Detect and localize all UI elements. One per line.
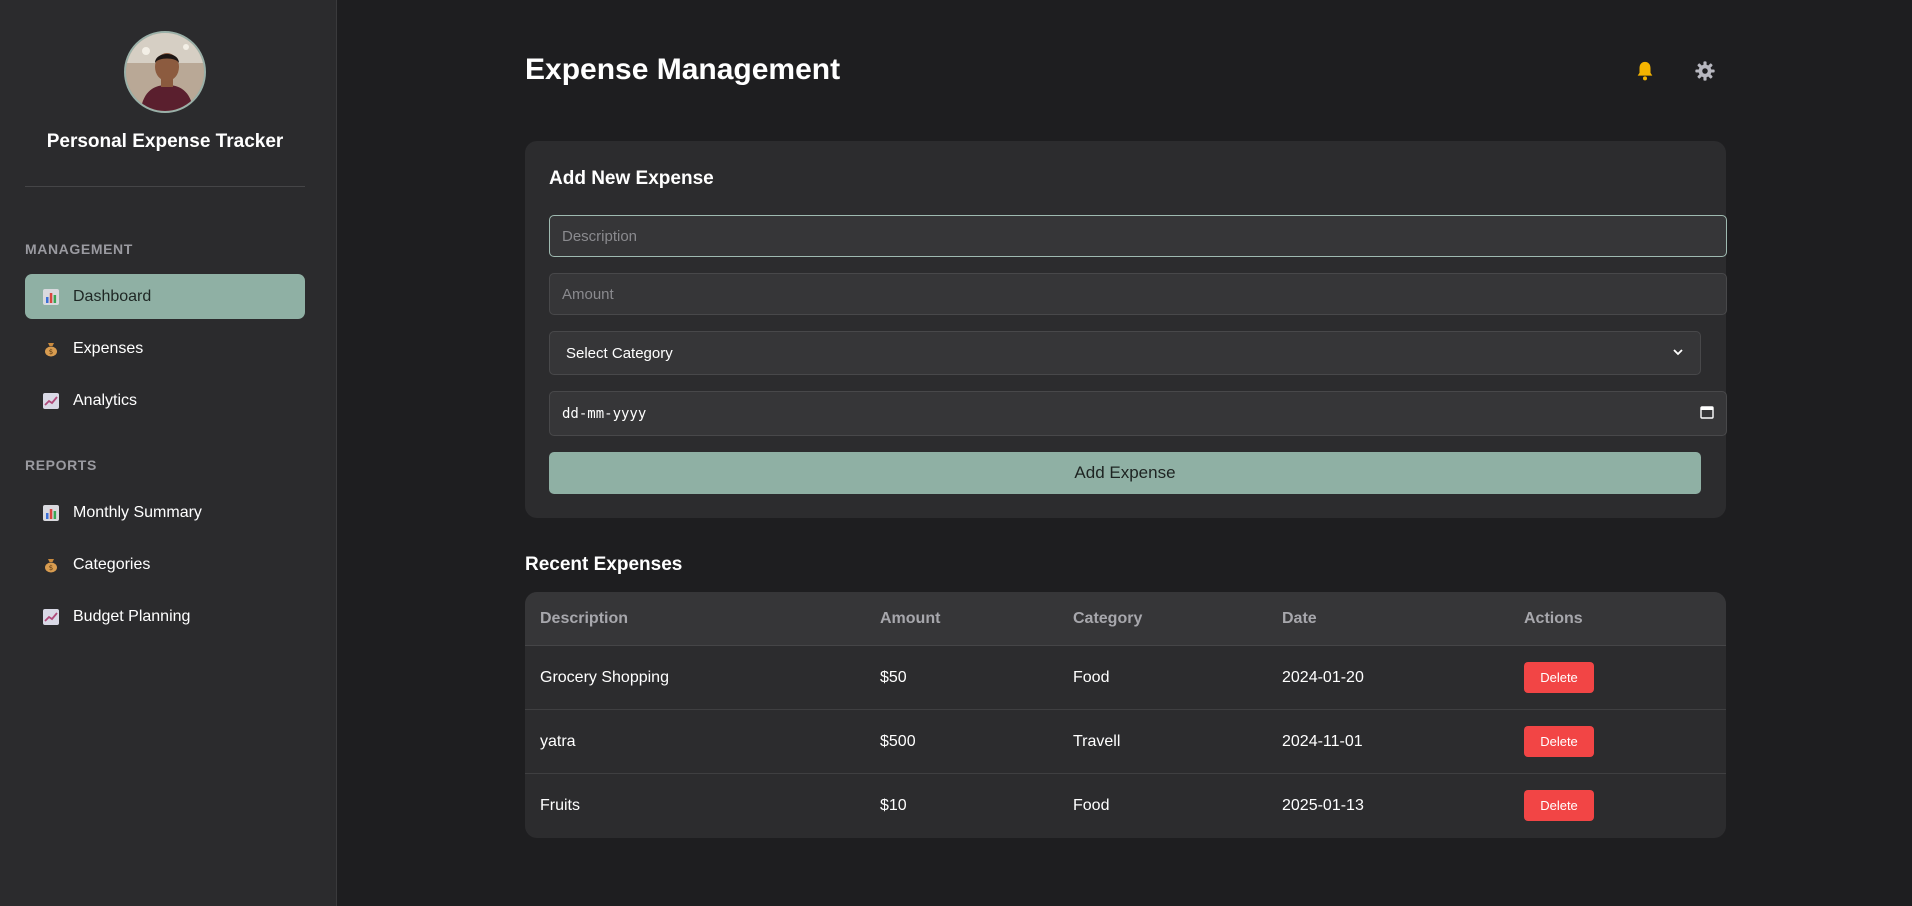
description-input[interactable] — [549, 215, 1727, 257]
sidebar-item-categories[interactable]: $ Categories — [25, 542, 305, 587]
date-input[interactable]: dd-mm-yyyy — [549, 391, 1727, 436]
recent-expenses-title: Recent Expenses — [525, 554, 683, 575]
table-row: yatra $500 Travell 2024-11-01 Delete — [525, 710, 1726, 774]
sidebar-item-label: Categories — [73, 555, 151, 573]
column-header-description: Description — [540, 610, 629, 627]
add-expense-button[interactable]: Add Expense — [549, 452, 1701, 494]
category-select[interactable]: Select Category — [549, 331, 1701, 375]
column-header-amount: Amount — [880, 610, 941, 627]
profile-photo — [126, 33, 204, 111]
cell-description: Grocery Shopping — [540, 669, 669, 686]
sidebar-item-dashboard[interactable]: Dashboard — [25, 274, 305, 319]
date-placeholder: dd-mm-yyyy — [562, 405, 647, 422]
cell-amount: $500 — [880, 733, 916, 750]
money-bag-icon: $ — [43, 557, 59, 573]
column-header-actions: Actions — [1524, 610, 1583, 627]
add-expense-title: Add New Expense — [549, 168, 714, 189]
sidebar-item-budget-planning[interactable]: Budget Planning — [25, 594, 305, 639]
cell-amount: $50 — [880, 669, 907, 686]
svg-text:$: $ — [49, 564, 53, 572]
delete-button[interactable]: Delete — [1524, 790, 1594, 821]
sidebar-item-analytics[interactable]: Analytics — [25, 378, 305, 423]
sidebar-item-label: Expenses — [73, 339, 144, 357]
cell-category: Travell — [1073, 733, 1121, 750]
app-title: Personal Expense Tracker — [46, 131, 284, 152]
section-label-reports: REPORTS — [25, 457, 97, 473]
svg-text:$: $ — [49, 348, 53, 356]
expenses-table: Description Amount Category Date Actions… — [525, 592, 1726, 838]
table-row: Fruits $10 Food 2025-01-13 Delete — [525, 774, 1726, 838]
cell-description: Fruits — [540, 797, 580, 814]
table-row: Grocery Shopping $50 Food 2024-01-20 Del… — [525, 646, 1726, 710]
cell-date: 2024-11-01 — [1282, 733, 1363, 750]
sidebar-item-label: Budget Planning — [73, 607, 191, 625]
sidebar-divider — [25, 186, 305, 187]
money-bag-icon: $ — [43, 341, 59, 357]
gear-icon[interactable] — [1692, 58, 1718, 84]
column-header-category: Category — [1073, 610, 1143, 627]
section-label-management: MANAGEMENT — [25, 241, 133, 257]
table-header: Description Amount Category Date Actions — [525, 592, 1726, 646]
delete-button[interactable]: Delete — [1524, 726, 1594, 757]
chevron-down-icon — [1672, 345, 1684, 362]
trend-chart-icon — [43, 392, 59, 409]
cell-category: Food — [1073, 669, 1110, 686]
add-expense-card: Add New Expense Select Category dd-mm-yy… — [525, 141, 1727, 518]
trend-chart-icon — [43, 608, 59, 625]
avatar[interactable] — [124, 31, 206, 113]
sidebar-item-monthly-summary[interactable]: Monthly Summary — [25, 490, 305, 535]
calendar-icon[interactable] — [1700, 405, 1714, 423]
cell-amount: $10 — [880, 797, 907, 814]
bar-chart-icon — [43, 288, 59, 305]
cell-date: 2025-01-13 — [1282, 797, 1364, 814]
cell-description: yatra — [540, 733, 576, 750]
bell-icon[interactable] — [1632, 58, 1658, 84]
sidebar-item-label: Analytics — [73, 391, 138, 409]
amount-input[interactable] — [549, 273, 1727, 315]
cell-category: Food — [1073, 797, 1110, 814]
column-header-date: Date — [1282, 610, 1317, 627]
sidebar-item-label: Monthly Summary — [73, 503, 202, 521]
delete-button[interactable]: Delete — [1524, 662, 1594, 693]
bar-chart-icon — [43, 504, 59, 521]
sidebar-item-label: Dashboard — [73, 287, 152, 305]
sidebar: Personal Expense Tracker MANAGEMENT Dash… — [0, 0, 337, 906]
page-title: Expense Management — [525, 53, 841, 86]
cell-date: 2024-01-20 — [1282, 669, 1364, 686]
category-select-value: Select Category — [566, 344, 673, 362]
sidebar-item-expenses[interactable]: $ Expenses — [25, 326, 305, 371]
